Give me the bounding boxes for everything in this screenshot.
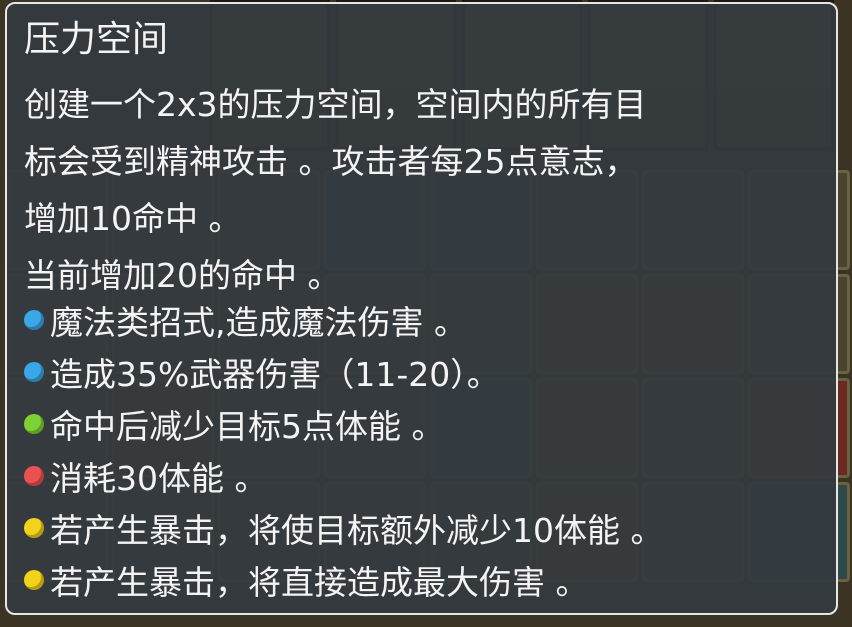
description-line: 增加10命中 。 [24, 199, 242, 238]
effect-item: 造成35%武器伤害（11-20）。 [24, 346, 834, 398]
effect-text: 命中后减少目标5点体能 。 [50, 407, 445, 446]
yellow-dot-icon [24, 518, 44, 538]
blue-dot-icon [24, 310, 44, 330]
effect-text: 若产生暴击，将使目标额外减少10体能 。 [50, 511, 664, 550]
description-line: 创建一个2x3的压力空间，空间内的所有目 [24, 85, 647, 124]
effect-text: 消耗30体能 。 [50, 459, 268, 498]
blue-dot-icon [24, 362, 44, 382]
effect-item: 若产生暴击，将直接造成最大伤害 。 [24, 554, 834, 606]
effect-item: 魔法类招式,造成魔法伤害 。 [24, 294, 834, 346]
skill-description: 创建一个2x3的压力空间，空间内的所有目 标会受到精神攻击 。攻击者每25点意志… [24, 76, 824, 304]
effect-text: 魔法类招式,造成魔法伤害 。 [50, 303, 467, 342]
yellow-dot-icon [24, 570, 44, 590]
effect-list: 魔法类招式,造成魔法伤害 。 造成35%武器伤害（11-20）。 命中后减少目标… [24, 294, 834, 606]
skill-title: 压力空间 [24, 19, 169, 60]
effect-item: 命中后减少目标5点体能 。 [24, 398, 834, 450]
green-dot-icon [24, 414, 44, 434]
red-dot-icon [24, 466, 44, 486]
effect-item: 消耗30体能 。 [24, 450, 834, 502]
skill-tooltip: 压力空间 创建一个2x3的压力空间，空间内的所有目 标会受到精神攻击 。攻击者每… [5, 2, 838, 615]
effect-text: 造成35%武器伤害（11-20）。 [50, 355, 500, 394]
description-line: 标会受到精神攻击 。攻击者每25点意志， [24, 142, 638, 181]
effect-item: 若产生暴击，将使目标额外减少10体能 。 [24, 502, 834, 554]
effect-text: 若产生暴击，将直接造成最大伤害 。 [50, 563, 589, 602]
